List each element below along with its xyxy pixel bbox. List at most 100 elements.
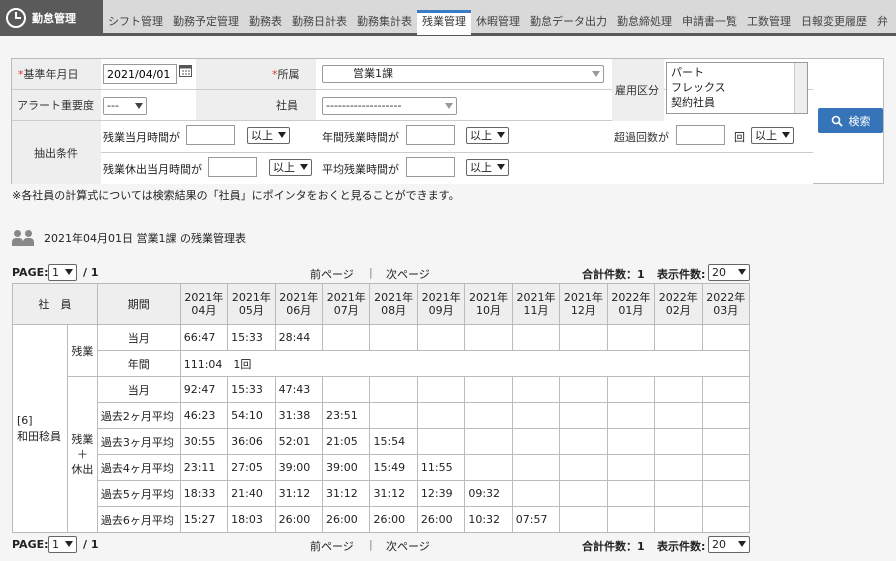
value-cell xyxy=(322,324,371,351)
cond1-input[interactable] xyxy=(186,125,235,145)
nav-tab[interactable]: 勤怠データ出力 xyxy=(525,11,612,33)
display-count-select[interactable]: 20 xyxy=(708,536,750,553)
nav-tab[interactable]: 勤務予定管理 xyxy=(168,11,244,33)
value-cell xyxy=(606,324,656,351)
app-title: 勤怠管理 xyxy=(32,12,76,25)
value-cell: 23:51 xyxy=(322,402,371,429)
header-month: 2021年 06月 xyxy=(274,283,324,325)
value-cell: 15:54 xyxy=(369,428,418,455)
value-cell xyxy=(654,402,703,429)
value-cell xyxy=(511,480,561,507)
header-period: 期間 xyxy=(96,283,181,325)
nav-tab[interactable]: 申請書一覧 xyxy=(677,11,742,33)
value-cell xyxy=(701,324,751,351)
value-cell xyxy=(464,324,513,351)
chevron-down-icon xyxy=(738,541,746,547)
nav-tab[interactable]: 勤務日計表 xyxy=(287,11,352,33)
nav-tab[interactable]: 弁 xyxy=(872,11,893,33)
search-button[interactable]: 検索 xyxy=(818,108,883,133)
value-cell xyxy=(654,376,703,403)
dept-select[interactable]: 営業1課 xyxy=(322,65,604,83)
next-page-link[interactable]: 次ページ xyxy=(386,538,430,554)
cond1-label: 残業当月時間が xyxy=(103,131,180,144)
employment-listbox[interactable]: パート フレックス 契約社員 xyxy=(666,62,808,114)
value-cell: 46:23 xyxy=(179,402,229,429)
calendar-icon[interactable] xyxy=(179,64,192,77)
employment-option[interactable]: フレックス xyxy=(671,80,803,95)
pager-separator: | xyxy=(369,266,373,279)
display-count-select[interactable]: 20 xyxy=(708,264,750,281)
nav-tab[interactable]: 休暇管理 xyxy=(471,11,525,33)
chevron-down-icon xyxy=(592,71,600,77)
page-select[interactable]: 1 xyxy=(48,264,77,281)
header-month: 2021年 04月 xyxy=(179,283,229,325)
value-cell xyxy=(606,402,656,429)
value-cell: 11:55 xyxy=(416,454,466,481)
cond3-op-select[interactable]: 以上 xyxy=(751,127,794,144)
nav-tab[interactable]: 勤務集計表 xyxy=(352,11,417,33)
cond4-op-select[interactable]: 以上 xyxy=(269,159,312,176)
value-cell xyxy=(606,376,656,403)
value-cell xyxy=(416,402,466,429)
cond1-op-select[interactable]: 以上 xyxy=(247,127,290,144)
employee-id: [6] xyxy=(17,413,33,427)
value-cell xyxy=(606,454,656,481)
value-cell xyxy=(322,376,371,403)
cond3-unit: 回 xyxy=(734,131,745,144)
cond2-op-select[interactable]: 以上 xyxy=(466,127,509,144)
formula-note: ※各社員の計算式については検索結果の「社員」にポインタをおくと見ることができます… xyxy=(12,189,460,202)
alert-select[interactable]: --- xyxy=(103,97,147,115)
value-cell xyxy=(701,506,751,533)
listbox-scrollbar[interactable] xyxy=(794,63,807,113)
cond5-input[interactable] xyxy=(406,157,455,177)
search-form: *基準年月日 *所属 営業1課 雇用区分 パート フレックス 契約社員 アラート… xyxy=(11,58,884,184)
prev-page-link[interactable]: 前ページ xyxy=(310,266,354,282)
cond4-input[interactable] xyxy=(208,157,257,177)
next-page-link[interactable]: 次ページ xyxy=(386,266,430,282)
table-row: 残業＋休出 当月 92:47 15:33 47:43 xyxy=(13,376,751,533)
cond-row-2: 残業休出当月時間が 以上 平均残業時間が 以上 xyxy=(101,153,813,184)
value-cell xyxy=(654,428,703,455)
nav-tab[interactable]: 勤怠締処理 xyxy=(612,11,677,33)
value-cell xyxy=(654,480,703,507)
cond3-input[interactable] xyxy=(676,125,725,145)
value-cell: 26:00 xyxy=(274,506,324,533)
cond2-input[interactable] xyxy=(406,125,455,145)
cond4-label: 残業休出当月時間が xyxy=(103,163,202,176)
period-label: 過去4ヶ月平均 xyxy=(96,454,181,481)
value-cell: 15:33 xyxy=(227,376,276,403)
prev-page-link[interactable]: 前ページ xyxy=(310,538,354,554)
table-row: 過去3ヶ月平均 30:55 36:06 52:01 21:05 15:54 xyxy=(13,428,751,455)
value-cell xyxy=(464,428,513,455)
value-cell: 39:00 xyxy=(322,454,371,481)
nav-tab[interactable]: 残業管理 xyxy=(417,10,471,35)
search-icon xyxy=(831,115,843,127)
nav-tab[interactable]: 勤務表 xyxy=(244,11,287,33)
page-label: PAGE: xyxy=(12,538,49,551)
value-cell xyxy=(511,454,561,481)
header-employee: 社 員 xyxy=(12,283,98,325)
value-cell: 23:11 xyxy=(179,454,229,481)
cond5-op-select[interactable]: 以上 xyxy=(466,159,509,176)
header-month: 2021年 09月 xyxy=(416,283,466,325)
app-brand[interactable]: 勤怠管理 xyxy=(0,0,103,36)
nav-tab[interactable]: 工数管理 xyxy=(742,11,796,33)
value-cell xyxy=(369,324,418,351)
employment-option[interactable]: 契約社員 xyxy=(671,95,803,110)
value-cell xyxy=(559,454,608,481)
value-cell xyxy=(701,402,751,429)
value-cell xyxy=(511,428,561,455)
nav-tab[interactable]: 日報変更履歴 xyxy=(796,11,872,33)
employment-option[interactable]: パート xyxy=(671,65,803,80)
header-month: 2021年 08月 xyxy=(369,283,418,325)
nav-tab[interactable]: シフト管理 xyxy=(103,11,168,33)
value-cell: 26:00 xyxy=(416,506,466,533)
value-cell xyxy=(559,506,608,533)
employee-name[interactable]: 和田稔員 xyxy=(17,429,64,445)
employee-select[interactable]: ------------------- xyxy=(322,97,457,115)
value-cell xyxy=(464,454,513,481)
page-select[interactable]: 1 xyxy=(48,536,77,553)
group-overtime: 残業 xyxy=(66,324,98,377)
chevron-down-icon xyxy=(782,132,790,138)
base-date-input[interactable] xyxy=(103,64,177,84)
